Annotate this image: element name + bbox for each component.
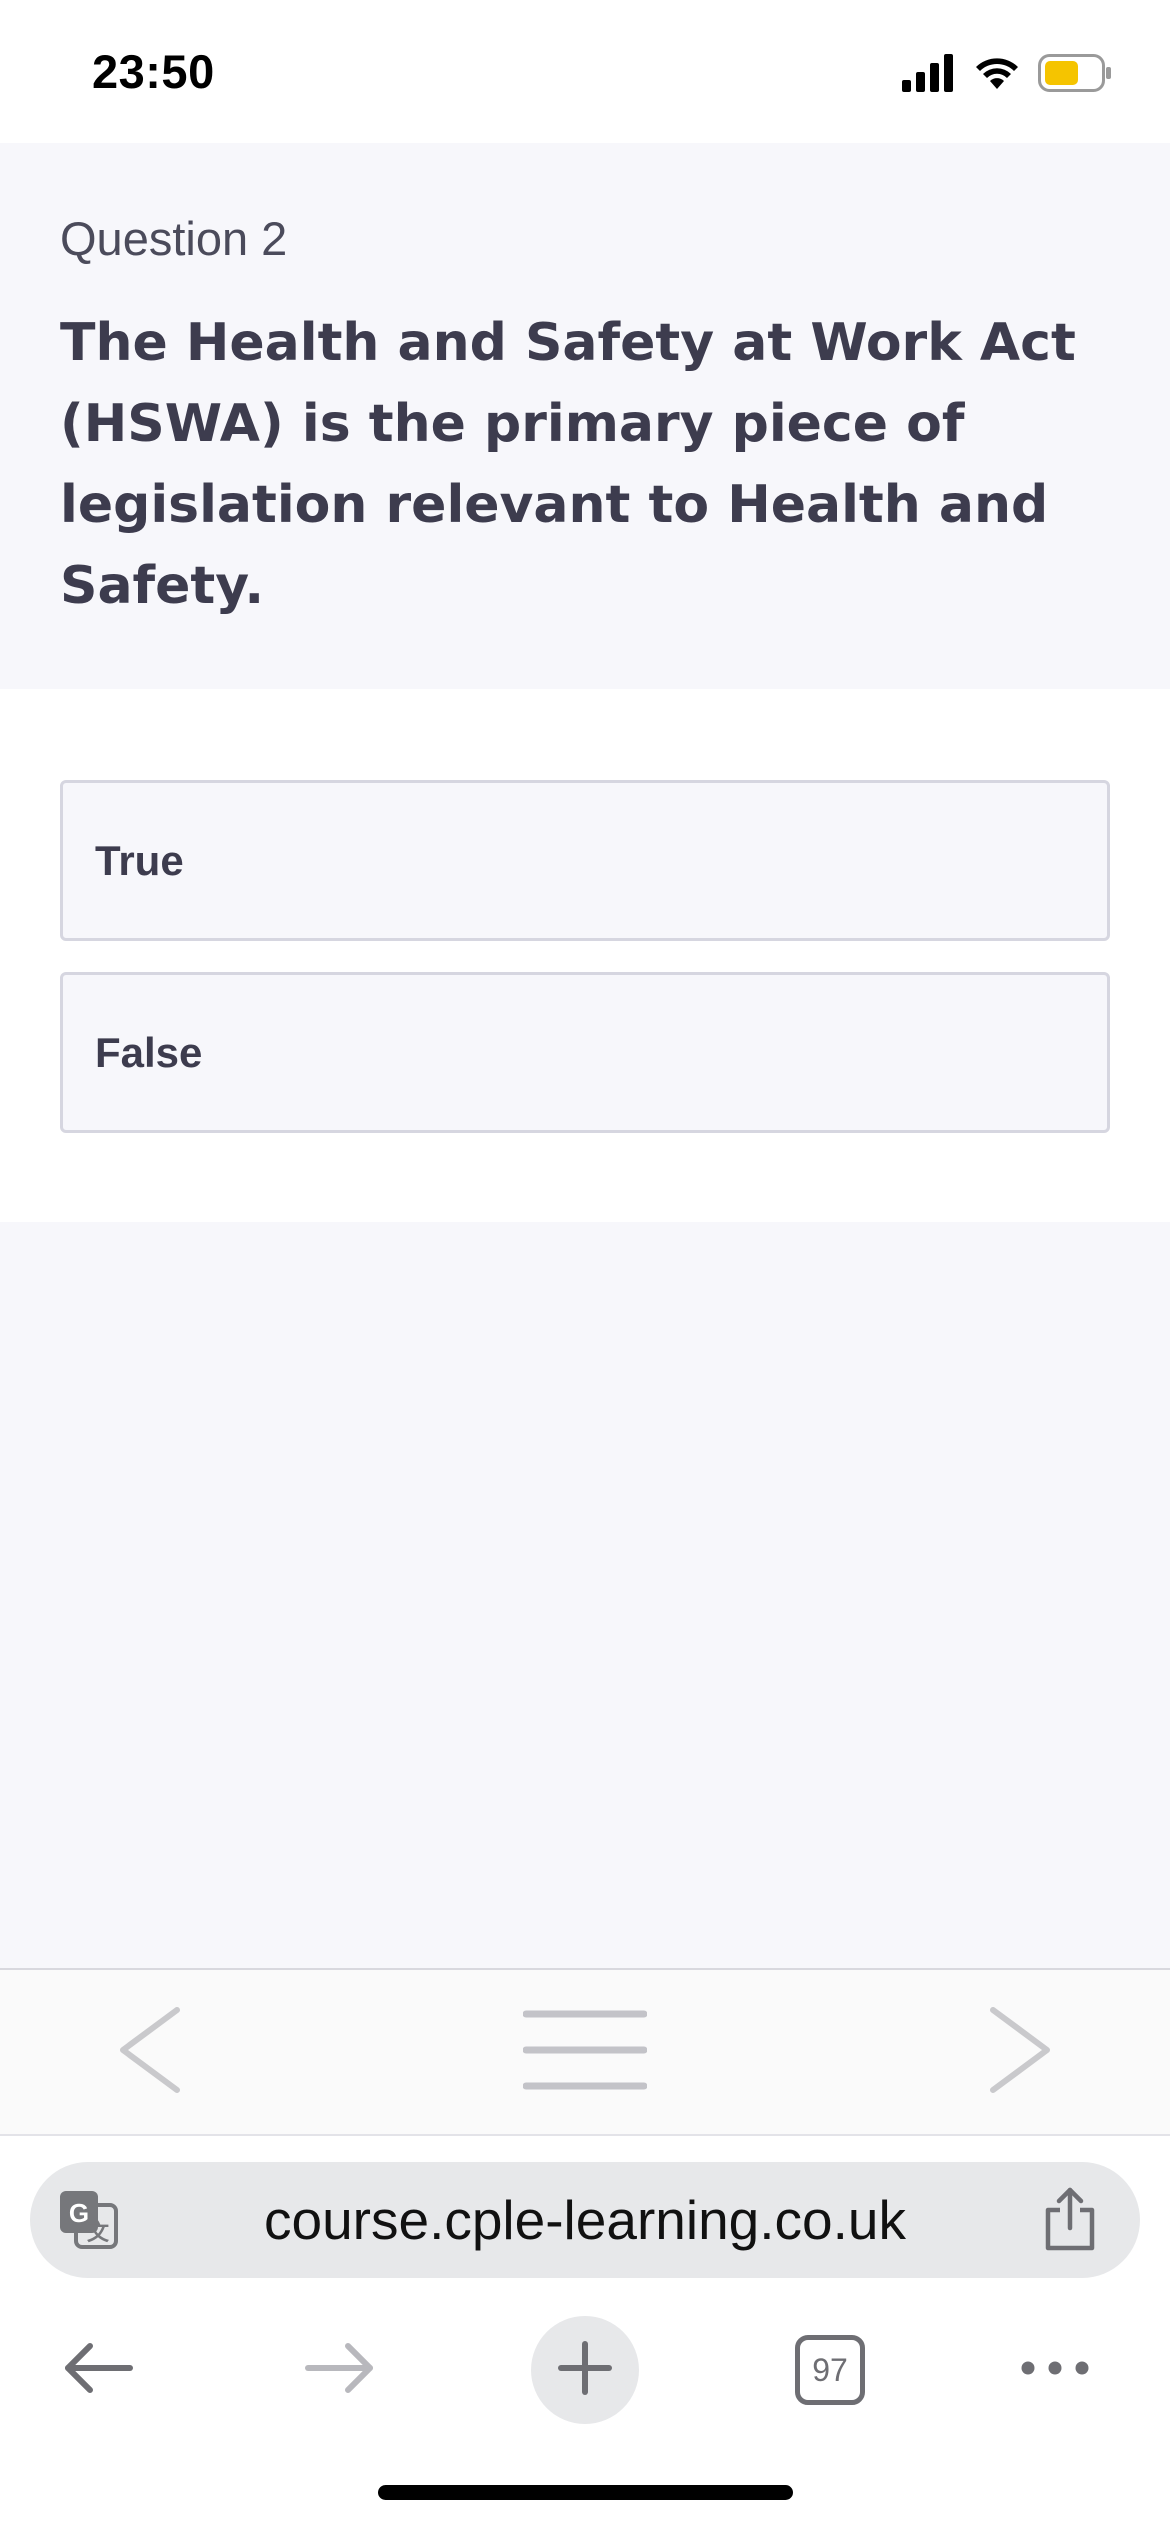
arrow-left-icon (62, 2342, 134, 2399)
more-button[interactable] (1000, 2302, 1110, 2438)
status-icons (902, 52, 1112, 98)
tabs-button[interactable]: 97 (780, 2302, 880, 2438)
more-icon (1020, 2360, 1090, 2381)
wifi-icon (974, 55, 1020, 96)
next-button[interactable] (960, 1970, 1080, 2134)
status-bar: 23:50 (0, 0, 1170, 143)
arrow-right-icon (304, 2342, 376, 2399)
answer-option-false[interactable]: False (60, 972, 1110, 1133)
plus-icon (557, 2340, 613, 2401)
forward-button[interactable] (290, 2302, 390, 2438)
answer-label: False (95, 1028, 203, 1076)
new-tab-circle (531, 2316, 639, 2424)
browser-toolbar: 97 (0, 2302, 1170, 2438)
lesson-menu-button[interactable] (505, 1970, 665, 2134)
status-time: 23:50 (92, 45, 215, 98)
chevron-left-icon (117, 2006, 183, 2098)
svg-text:文: 文 (87, 2220, 110, 2245)
battery-icon (1038, 53, 1112, 97)
answer-options: True False (0, 689, 1170, 1222)
question-header: Question 2 The Health and Safety at Work… (0, 143, 1170, 689)
translate-icon: G 文 (58, 2191, 120, 2255)
question-text: The Health and Safety at Work Act (HSWA)… (60, 313, 1076, 616)
cellular-signal-icon (902, 53, 956, 97)
answer-option-true[interactable]: True (60, 780, 1110, 941)
previous-button[interactable] (90, 1970, 210, 2134)
back-button[interactable] (48, 2302, 148, 2438)
address-url[interactable]: course.cple-learning.co.uk (30, 2162, 1140, 2278)
address-bar[interactable]: course.cple-learning.co.uk G 文 (30, 2162, 1140, 2278)
browser-bar: course.cple-learning.co.uk G 文 97 (0, 2134, 1170, 2532)
question-number: Question 2 (60, 212, 288, 265)
lesson-navigation (0, 1968, 1170, 2134)
share-button[interactable] (1040, 2186, 1100, 2252)
answer-label: True (95, 836, 184, 884)
menu-icon (522, 2008, 648, 2097)
chevron-right-icon (987, 2006, 1053, 2098)
new-tab-button[interactable] (530, 2302, 640, 2438)
home-indicator (378, 2485, 793, 2500)
content-area (0, 1222, 1170, 1968)
share-icon (1040, 2187, 1100, 2256)
translate-button[interactable]: G 文 (58, 2189, 120, 2251)
tab-count: 97 (795, 2335, 865, 2405)
